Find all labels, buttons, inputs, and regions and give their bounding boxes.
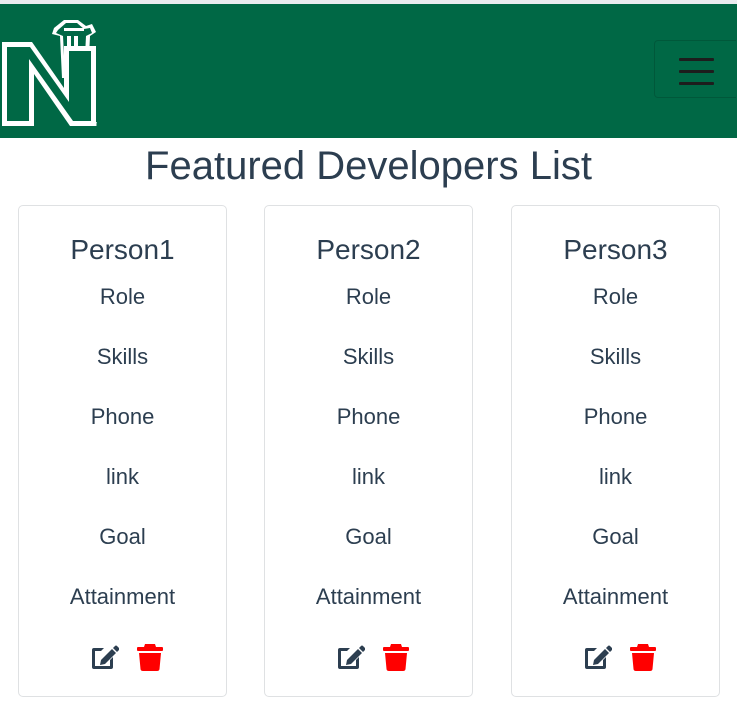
- developer-goal: Goal: [592, 524, 639, 549]
- logo-n-icon: TM: [2, 20, 97, 128]
- developer-card: Person2 Role Skills Phone link Goal Atta…: [264, 205, 473, 697]
- developer-link: link: [598, 464, 632, 489]
- menu-toggle-button[interactable]: [654, 40, 736, 98]
- edit-icon[interactable]: [582, 642, 612, 672]
- developer-attainment: Attainment: [69, 584, 176, 609]
- developer-link: link: [351, 464, 385, 489]
- developer-skills: Skills: [96, 344, 149, 369]
- university-logo[interactable]: TM: [2, 18, 100, 128]
- developer-goal: Goal: [99, 524, 146, 549]
- developer-attainment: Attainment: [562, 584, 669, 609]
- developer-phone: Phone: [583, 404, 648, 429]
- developer-goal: Goal: [345, 524, 392, 549]
- developer-card: Person1 Role Skills Phone link Goal Atta…: [18, 205, 227, 697]
- developer-phone: Phone: [90, 404, 155, 429]
- hamburger-icon-bar: [679, 82, 714, 85]
- developer-role: Role: [345, 284, 392, 309]
- svg-text:TM: TM: [90, 122, 97, 128]
- edit-icon[interactable]: [335, 642, 365, 672]
- developer-phone: Phone: [336, 404, 401, 429]
- developer-name: Person1: [70, 234, 175, 265]
- developer-link: link: [105, 464, 139, 489]
- navbar: TM: [0, 4, 737, 138]
- developer-card: Person3 Role Skills Phone link Goal Atta…: [511, 205, 720, 697]
- developer-role: Role: [99, 284, 146, 309]
- hamburger-icon: [679, 58, 714, 61]
- hamburger-icon-bar: [679, 70, 714, 73]
- card-actions: [19, 642, 226, 672]
- developer-name: Person3: [563, 234, 668, 265]
- card-actions: [512, 642, 719, 672]
- trash-icon[interactable]: [381, 642, 411, 672]
- developer-skills: Skills: [342, 344, 395, 369]
- developer-role: Role: [592, 284, 639, 309]
- card-actions: [265, 642, 472, 672]
- edit-icon[interactable]: [89, 642, 119, 672]
- developer-attainment: Attainment: [315, 584, 422, 609]
- developer-name: Person2: [316, 234, 421, 265]
- developer-skills: Skills: [589, 344, 642, 369]
- trash-icon[interactable]: [135, 642, 165, 672]
- page-title: Featured Developers List: [145, 144, 592, 188]
- trash-icon[interactable]: [628, 642, 658, 672]
